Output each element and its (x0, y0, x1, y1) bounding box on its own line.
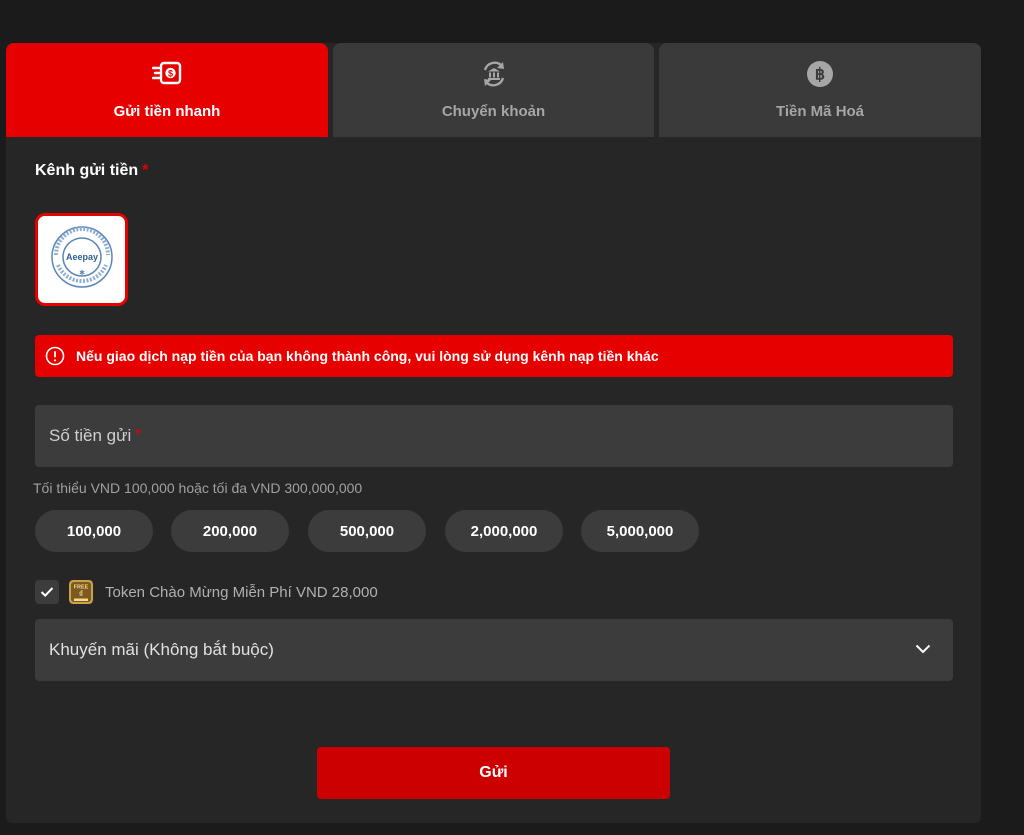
tab-label: Gửi tiền nhanh (113, 103, 221, 120)
alert-circle-icon (45, 346, 65, 366)
welcome-token-text: Token Chào Mừng Miễn Phí VND 28,000 (105, 583, 378, 601)
tab-fast-deposit[interactable]: $ Gửi tiền nhanh (6, 43, 328, 137)
amount-preset-button[interactable]: 500,000 (308, 510, 426, 552)
svg-text:₫: ₫ (79, 590, 83, 599)
amount-placeholder: Số tiền gửi (49, 426, 132, 445)
tab-label: Chuyển khoản (441, 103, 546, 120)
deposit-method-tabs: $ Gửi tiền nhanh Chuyển khoản ฿ Tiền Mã … (6, 43, 981, 137)
tab-crypto[interactable]: ฿ Tiền Mã Hoá (659, 43, 981, 137)
welcome-token-checkbox[interactable] (35, 580, 59, 604)
check-icon (40, 587, 54, 598)
free-token-icon: FREE ₫ (69, 580, 93, 604)
deposit-panel: $ Gửi tiền nhanh Chuyển khoản ฿ Tiền Mã … (6, 43, 981, 823)
alert-text: Nếu giao dịch nạp tiền của bạn không thà… (76, 348, 659, 364)
svg-text:✱: ✱ (79, 269, 85, 277)
deposit-channel-label: Kênh gửi tiền * (35, 162, 149, 179)
amount-preset-button[interactable]: 2,000,000 (445, 510, 563, 552)
required-mark: * (135, 427, 142, 444)
logo-text: Aeepay (65, 252, 97, 262)
bank-transfer-icon (479, 59, 509, 89)
submit-deposit-button[interactable]: Gửi (317, 747, 670, 799)
svg-text:฿: ฿ (815, 67, 825, 84)
chevron-down-icon (915, 641, 931, 659)
promotion-select[interactable]: Khuyến mãi (Không bắt buộc) (35, 619, 953, 681)
page-scrollbar[interactable] (1013, 0, 1024, 835)
promotion-select-label: Khuyến mãi (Không bắt buộc) (49, 640, 274, 659)
fast-money-icon: $ (152, 59, 182, 89)
amount-preset-button[interactable]: 200,000 (171, 510, 289, 552)
deposit-amount-input[interactable]: Số tiền gửi * (35, 405, 953, 467)
amount-preset-button[interactable]: 100,000 (35, 510, 153, 552)
amount-preset-button[interactable]: 5,000,000 (581, 510, 699, 552)
deposit-warning-alert: Nếu giao dịch nạp tiền của bạn không thà… (35, 335, 953, 377)
welcome-token-option: FREE ₫ Token Chào Mừng Miễn Phí VND 28,0… (35, 579, 378, 605)
channel-option-aeepay[interactable]: Aeepay ✱ (35, 213, 128, 306)
aeepay-logo: Aeepay ✱ (50, 225, 114, 294)
amount-limit-text: Tối thiểu VND 100,000 hoặc tối đa VND 30… (33, 480, 363, 496)
bitcoin-icon: ฿ (805, 59, 835, 89)
tab-label: Tiền Mã Hoá (775, 103, 865, 120)
required-mark: * (142, 162, 149, 179)
svg-text:$: $ (168, 69, 173, 79)
tab-bank-transfer[interactable]: Chuyển khoản (333, 43, 654, 137)
